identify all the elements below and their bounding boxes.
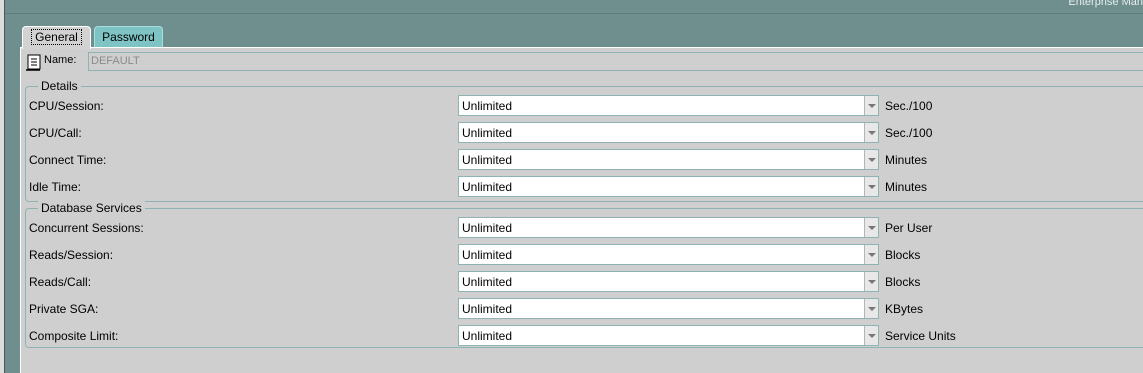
cpu-call-unit: Sec./100 — [885, 126, 933, 140]
idle-time-value: Unlimited — [462, 180, 513, 194]
chevron-down-icon[interactable] — [864, 177, 878, 196]
cpu-session-row: CPU/Session: Unlimited Sec./100 — [26, 95, 1143, 117]
cpu-call-select[interactable]: Unlimited — [458, 122, 879, 143]
idle-time-label: Idle Time: — [29, 180, 82, 194]
reads-call-unit: Blocks — [885, 275, 921, 289]
concurrent-sessions-value: Unlimited — [462, 221, 513, 235]
reads-session-unit: Blocks — [885, 248, 921, 262]
cpu-call-value: Unlimited — [462, 126, 513, 140]
connect-time-label: Connect Time: — [29, 153, 107, 167]
reads-session-value: Unlimited — [462, 248, 513, 262]
chevron-down-icon[interactable] — [864, 123, 878, 142]
reads-session-row: Reads/Session: Unlimited Blocks — [26, 244, 1143, 266]
profile-editor-window: Enterprise Man General Password Name: DE… — [0, 0, 1143, 373]
private-sga-select[interactable]: Unlimited — [458, 298, 879, 319]
chevron-down-icon[interactable] — [864, 326, 878, 345]
chevron-down-icon[interactable] — [864, 272, 878, 291]
private-sga-label: Private SGA: — [29, 302, 99, 316]
tab-general-label: General — [31, 29, 82, 45]
composite-limit-row: Composite Limit: Unlimited Service Units — [26, 325, 1143, 347]
connect-time-select[interactable]: Unlimited — [458, 149, 879, 170]
connect-time-value: Unlimited — [462, 153, 513, 167]
concurrent-sessions-select[interactable]: Unlimited — [458, 217, 879, 238]
cpu-session-label: CPU/Session: — [29, 99, 104, 113]
private-sga-row: Private SGA: Unlimited KBytes — [26, 298, 1143, 320]
name-label: Name: — [44, 54, 77, 66]
name-field: DEFAULT — [88, 52, 1143, 71]
reads-session-select[interactable]: Unlimited — [458, 244, 879, 265]
composite-limit-value: Unlimited — [462, 329, 513, 343]
cpu-session-value: Unlimited — [462, 99, 513, 113]
tab-password-label: Password — [102, 30, 155, 44]
connect-time-unit: Minutes — [885, 153, 928, 167]
chevron-down-icon[interactable] — [864, 299, 878, 318]
idle-time-unit: Minutes — [885, 180, 928, 194]
reads-call-value: Unlimited — [462, 275, 513, 289]
details-group: Details CPU/Session: Unlimited Sec./100 … — [25, 78, 1143, 202]
concurrent-sessions-row: Concurrent Sessions: Unlimited Per User — [26, 217, 1143, 239]
database-services-group-title: Database Services — [38, 200, 145, 216]
reads-call-row: Reads/Call: Unlimited Blocks — [26, 271, 1143, 293]
idle-time-row: Idle Time: Unlimited Minutes — [26, 176, 1143, 198]
reads-call-label: Reads/Call: — [29, 275, 92, 289]
cpu-session-select[interactable]: Unlimited — [458, 95, 879, 116]
tab-general[interactable]: General — [22, 26, 91, 49]
composite-limit-unit: Service Units — [885, 329, 956, 343]
cpu-session-unit: Sec./100 — [885, 99, 933, 113]
composite-limit-select[interactable]: Unlimited — [458, 325, 879, 346]
cpu-call-label: CPU/Call: — [29, 126, 82, 140]
chevron-down-icon[interactable] — [864, 218, 878, 237]
connect-time-row: Connect Time: Unlimited Minutes — [26, 149, 1143, 171]
details-group-title: Details — [38, 78, 81, 94]
brand-text: Enterprise Man — [1068, 0, 1143, 8]
private-sga-unit: KBytes — [885, 302, 924, 316]
cpu-call-row: CPU/Call: Unlimited Sec./100 — [26, 122, 1143, 144]
reads-session-label: Reads/Session: — [29, 248, 114, 262]
chevron-down-icon[interactable] — [864, 245, 878, 264]
composite-limit-label: Composite Limit: — [29, 329, 119, 343]
concurrent-sessions-unit: Per User — [885, 221, 933, 235]
concurrent-sessions-label: Concurrent Sessions: — [29, 221, 144, 235]
chevron-down-icon[interactable] — [864, 96, 878, 115]
document-icon — [26, 54, 41, 71]
tab-password[interactable]: Password — [94, 26, 163, 48]
left-frame-strip — [0, 0, 5, 373]
private-sga-value: Unlimited — [462, 302, 513, 316]
chevron-down-icon[interactable] — [864, 150, 878, 169]
general-panel: Name: DEFAULT Details CPU/Session: Unlim… — [20, 47, 1143, 373]
idle-time-select[interactable]: Unlimited — [458, 176, 879, 197]
top-bar: Enterprise Man — [5, 0, 1143, 14]
reads-call-select[interactable]: Unlimited — [458, 271, 879, 292]
database-services-group: Database Services Concurrent Sessions: U… — [25, 200, 1143, 348]
